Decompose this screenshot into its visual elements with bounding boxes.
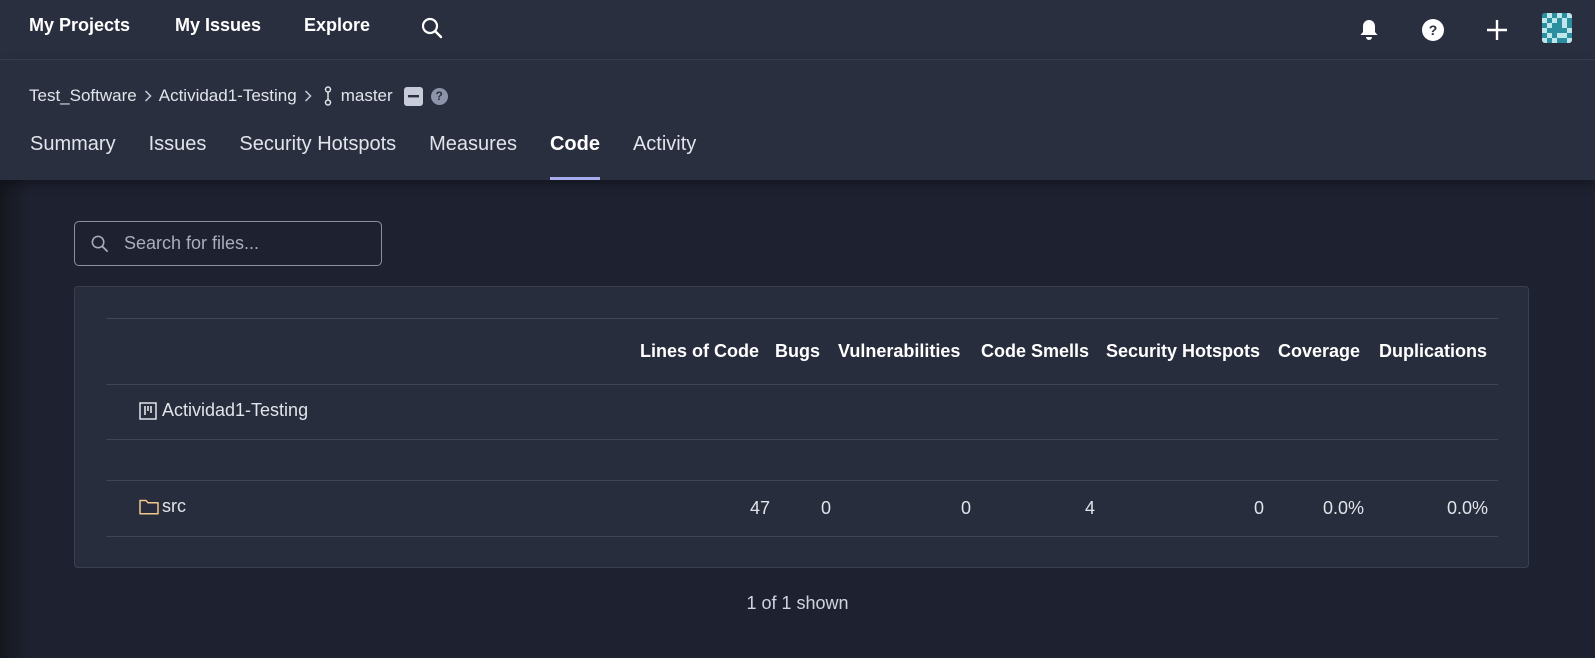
chevron-right-icon	[304, 90, 312, 102]
column-header-duplications: Duplications	[1379, 341, 1488, 361]
divider	[106, 480, 1498, 481]
svg-text:?: ?	[1429, 22, 1438, 38]
nav-my-issues[interactable]: My Issues	[175, 15, 261, 36]
project-icon	[139, 401, 159, 421]
column-header-lines-of-code: Lines of Code	[640, 341, 760, 361]
cell-code-smells[interactable]: 4	[1085, 498, 1095, 519]
code-table: Lines of Code Bugs Vulnerabilities Code …	[74, 286, 1529, 568]
tab-security-hotspots[interactable]: Security Hotspots	[239, 130, 396, 180]
column-header-coverage: Coverage	[1278, 341, 1361, 361]
tab-activity[interactable]: Activity	[633, 130, 696, 180]
search-icon[interactable]	[420, 16, 448, 44]
file-search-box	[74, 221, 382, 266]
column-header-code-smells: Code Smells	[981, 341, 1090, 361]
column-header-bugs: Bugs	[775, 341, 820, 361]
cell-bugs[interactable]: 0	[821, 498, 831, 519]
cell-duplications[interactable]: 0.0%	[1447, 498, 1488, 519]
table-row[interactable]: src	[139, 496, 186, 517]
branch-icon	[323, 86, 333, 106]
project-tabs: Summary Issues Security Hotspots Measure…	[30, 130, 729, 180]
plus-icon[interactable]	[1482, 15, 1512, 45]
search-icon	[90, 234, 110, 254]
column-header-vulnerabilities: Vulnerabilities	[838, 341, 961, 361]
divider	[106, 536, 1498, 537]
divider	[106, 439, 1498, 440]
cell-vulnerabilities[interactable]: 0	[961, 498, 971, 519]
tab-code[interactable]: Code	[549, 130, 600, 180]
top-navigation-bar: My Projects My Issues Explore ?	[0, 0, 1595, 60]
tab-measures[interactable]: Measures	[429, 130, 517, 180]
search-input[interactable]	[124, 233, 374, 254]
breadcrumb-project[interactable]: Actividad1-Testing	[159, 86, 297, 106]
bell-icon[interactable]	[1354, 15, 1384, 45]
nav-my-projects[interactable]: My Projects	[29, 15, 130, 36]
user-avatar[interactable]	[1542, 13, 1572, 43]
divider	[106, 384, 1498, 385]
left-edge-shadow	[0, 180, 30, 658]
cell-lines-of-code: 47	[749, 498, 770, 518]
tab-issues[interactable]: Issues	[149, 130, 207, 180]
help-circle-icon[interactable]: ?	[1418, 15, 1448, 45]
folder-name: src	[162, 496, 186, 516]
project-header: Test_Software Actividad1-Testing master …	[0, 60, 1595, 180]
project-root-row[interactable]: Actividad1-Testing	[139, 400, 308, 421]
divider	[106, 318, 1498, 319]
cell-coverage[interactable]: 0.0%	[1323, 498, 1364, 519]
nav-explore[interactable]: Explore	[304, 15, 370, 36]
branch-help-icon[interactable]: ?	[430, 87, 448, 105]
cell-security-hotspots[interactable]: 0	[1254, 498, 1264, 519]
results-count: 1 of 1 shown	[746, 593, 849, 613]
minus-icon[interactable]	[403, 86, 423, 106]
breadcrumb-organization[interactable]: Test_Software	[29, 86, 137, 106]
breadcrumb-branch[interactable]: master	[341, 86, 393, 106]
chevron-right-icon	[144, 90, 152, 102]
folder-icon	[139, 497, 159, 517]
tab-summary[interactable]: Summary	[30, 130, 116, 180]
breadcrumb: Test_Software Actividad1-Testing master …	[29, 84, 448, 108]
column-header-security-hotspots: Security Hotspots	[1106, 341, 1261, 361]
project-name: Actividad1-Testing	[162, 400, 309, 420]
